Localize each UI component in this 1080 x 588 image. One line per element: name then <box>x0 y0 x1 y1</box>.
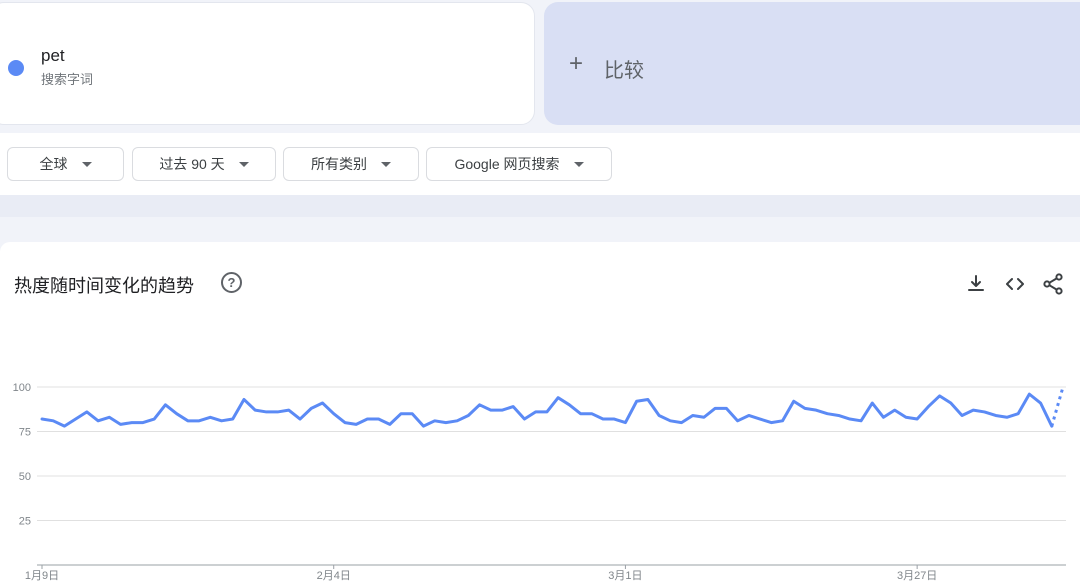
region-filter-label: 全球 <box>39 156 68 172</box>
x-tick-label: 2月4日 <box>317 570 351 582</box>
y-tick-label: 75 <box>19 427 31 439</box>
caret-down-icon <box>381 161 391 167</box>
compare-label: 比较 <box>604 60 644 82</box>
caret-down-icon <box>573 161 584 167</box>
time-range-filter[interactable]: 过去 90 天 <box>132 147 276 181</box>
caret-down-icon <box>81 161 92 167</box>
category-filter[interactable]: 所有类别 <box>283 147 419 181</box>
search-term-name: pet <box>41 46 65 65</box>
search-term-type: 搜索字词 <box>41 72 94 87</box>
y-tick-label: 25 <box>19 516 31 528</box>
search-type-filter-label: Google 网页搜索 <box>454 156 560 172</box>
series-partial-data-line <box>1050 386 1065 427</box>
interest-over-time-card: 热度随时间变化的趋势 ? 25 50 75 100 1月9日 2月4日 3月1日 3月27日 <box>0 242 1080 588</box>
y-tick-label: 100 <box>13 382 31 394</box>
interest-line-chart: 25 50 75 100 1月9日 2月4日 3月1日 3月27日 <box>13 382 1066 582</box>
search-type-filter[interactable]: Google 网页搜索 <box>426 147 612 181</box>
series-color-dot <box>8 60 24 76</box>
category-filter-label: 所有类别 <box>311 156 367 172</box>
series-line-pet <box>40 392 1054 428</box>
x-tick-label: 3月1日 <box>608 570 642 582</box>
search-term-card[interactable]: pet 搜索字词 <box>0 2 535 125</box>
plus-icon: + <box>569 50 584 77</box>
compare-button[interactable]: + 比较 <box>544 2 1080 125</box>
caret-down-icon <box>238 161 249 167</box>
x-tick-label: 1月9日 <box>25 570 59 582</box>
x-tick-label: 3月27日 <box>897 570 937 582</box>
y-tick-label: 50 <box>19 471 31 483</box>
filter-bar: 全球 过去 90 天 所有类别 Google 网页搜索 <box>0 133 1080 195</box>
time-range-filter-label: 过去 90 天 <box>159 156 225 172</box>
divider-band <box>0 195 1080 217</box>
region-filter[interactable]: 全球 <box>7 147 124 181</box>
